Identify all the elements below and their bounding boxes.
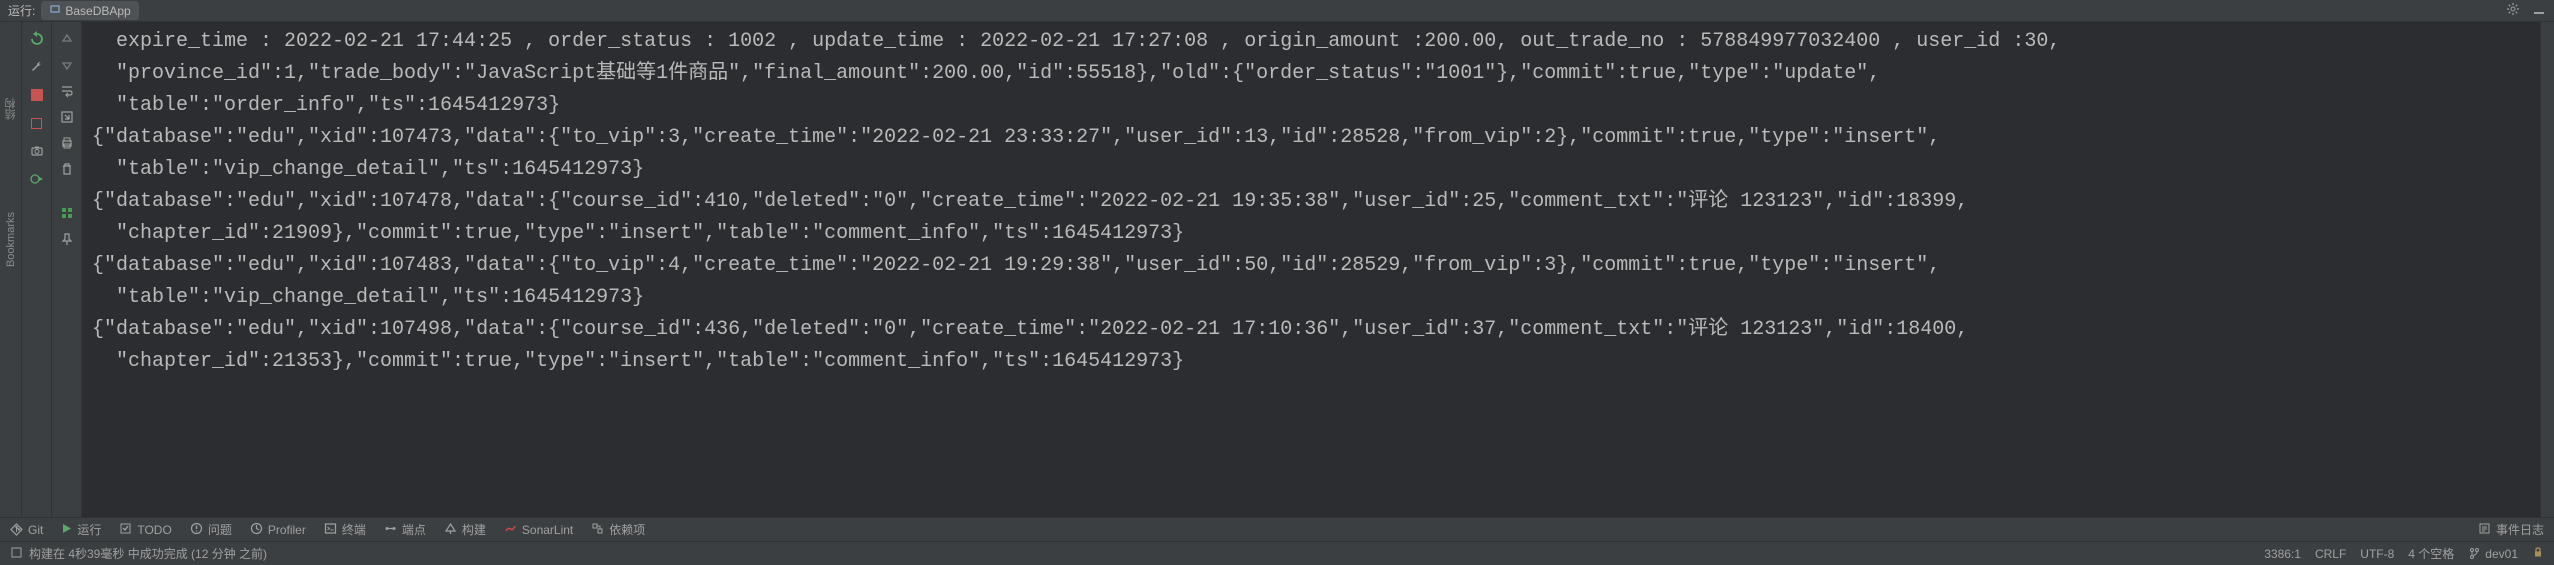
header-left: 运行: BaseDBApp xyxy=(8,1,139,20)
console-line: "table":"vip_change_detail","ts":1645412… xyxy=(92,282,2530,314)
build-tool[interactable]: 构建 xyxy=(444,521,486,538)
event-log-tool[interactable]: 事件日志 xyxy=(2478,521,2544,538)
status-indicator-icon xyxy=(10,546,23,562)
console-line: "chapter_id":21353},"commit":true,"type"… xyxy=(92,346,2530,378)
run-tool[interactable]: 运行 xyxy=(61,521,101,538)
rerun-icon[interactable] xyxy=(27,30,47,48)
layout-icon[interactable] xyxy=(57,204,77,222)
git-icon xyxy=(10,523,23,536)
cursor-position[interactable]: 3386:1 xyxy=(2264,547,2301,561)
line-separator[interactable]: CRLF xyxy=(2315,547,2346,561)
status-bar: 构建在 4秒39毫秒 中成功完成 (12 分钟 之前) 3386:1 CRLF … xyxy=(0,541,2554,565)
console-line: {"database":"edu","xid":107483,"data":{"… xyxy=(92,250,2530,282)
left-tabs: 结构 Bookmarks xyxy=(0,22,22,517)
main-area: 结构 Bookmarks xyxy=(0,22,2554,517)
tab-name: BaseDBApp xyxy=(65,4,130,18)
clear-icon[interactable] xyxy=(57,160,77,178)
scroll-end-icon[interactable] xyxy=(57,108,77,126)
camera-icon[interactable] xyxy=(27,142,47,160)
todo-tool[interactable]: TODO xyxy=(119,522,171,538)
sonar-icon xyxy=(504,522,517,538)
endpoints-tool[interactable]: 端点 xyxy=(384,521,426,538)
up-arrow-icon[interactable] xyxy=(57,30,77,48)
build-icon xyxy=(444,522,457,538)
play-icon xyxy=(61,523,72,537)
down-arrow-icon[interactable] xyxy=(57,56,77,74)
bottom-left: Git 运行 TODO 问题 Profiler xyxy=(10,521,645,538)
console-line: {"database":"edu","xid":107498,"data":{"… xyxy=(92,314,2530,346)
branch-icon xyxy=(2468,547,2481,560)
console-output[interactable]: expire_time : 2022-02-21 17:44:25 , orde… xyxy=(82,22,2540,517)
encoding[interactable]: UTF-8 xyxy=(2360,547,2394,561)
git-branch[interactable]: dev01 xyxy=(2468,547,2518,561)
build-status[interactable]: 构建在 4秒39毫秒 中成功完成 (12 分钟 之前) xyxy=(29,545,267,562)
console-line: {"database":"edu","xid":107473,"data":{"… xyxy=(92,122,2530,154)
indent[interactable]: 4 个空格 xyxy=(2408,545,2454,562)
structure-tab[interactable]: 结构 xyxy=(1,92,21,126)
status-right: 3386:1 CRLF UTF-8 4 个空格 dev01 xyxy=(2264,545,2544,562)
bug-run-icon[interactable] xyxy=(27,170,47,188)
scrollbar-gutter[interactable] xyxy=(2540,22,2554,517)
terminal-icon xyxy=(324,522,337,538)
status-left: 构建在 4秒39毫秒 中成功完成 (12 分钟 之前) xyxy=(10,545,267,562)
print-icon[interactable] xyxy=(57,134,77,152)
pin-icon[interactable] xyxy=(57,230,77,248)
settings-icon[interactable] xyxy=(2506,2,2520,19)
stop-icon[interactable] xyxy=(27,86,47,104)
bookmarks-tab[interactable]: Bookmarks xyxy=(3,206,19,273)
console-line: "table":"order_info","ts":1645412973} xyxy=(92,90,2530,122)
minimize-icon[interactable] xyxy=(2532,2,2546,19)
endpoints-icon xyxy=(384,522,397,538)
event-log-icon xyxy=(2478,522,2491,538)
run-toolbar xyxy=(22,22,52,517)
run-tab[interactable]: BaseDBApp xyxy=(41,1,138,20)
problems-tool[interactable]: 问题 xyxy=(190,521,232,538)
console-line: "chapter_id":21909},"commit":true,"type"… xyxy=(92,218,2530,250)
soft-wrap-icon[interactable] xyxy=(57,82,77,100)
bottom-toolbar: Git 运行 TODO 问题 Profiler xyxy=(0,517,2554,541)
header-right xyxy=(2506,2,2546,19)
dependencies-tool[interactable]: 依赖项 xyxy=(591,521,645,538)
console-line: "table":"vip_change_detail","ts":1645412… xyxy=(92,154,2530,186)
exit-icon[interactable] xyxy=(27,114,47,132)
app-icon xyxy=(49,3,61,18)
profiler-tool[interactable]: Profiler xyxy=(250,522,306,538)
bottom-right: 事件日志 xyxy=(2478,521,2544,538)
console-line: {"database":"edu","xid":107478,"data":{"… xyxy=(92,186,2530,218)
console-line: expire_time : 2022-02-21 17:44:25 , orde… xyxy=(92,26,2530,58)
lock-icon[interactable] xyxy=(2532,546,2544,561)
problems-icon xyxy=(190,522,203,538)
sonarlint-tool[interactable]: SonarLint xyxy=(504,522,573,538)
run-header: 运行: BaseDBApp xyxy=(0,0,2554,22)
console-toolbar xyxy=(52,22,82,517)
terminal-tool[interactable]: 终端 xyxy=(324,521,366,538)
console-line: "province_id":1,"trade_body":"JavaScript… xyxy=(92,58,2530,90)
wrench-icon[interactable] xyxy=(27,58,47,76)
profiler-icon xyxy=(250,522,263,538)
run-label: 运行: xyxy=(8,2,35,19)
todo-icon xyxy=(119,522,132,538)
deps-icon xyxy=(591,522,604,538)
git-tool[interactable]: Git xyxy=(10,523,43,537)
